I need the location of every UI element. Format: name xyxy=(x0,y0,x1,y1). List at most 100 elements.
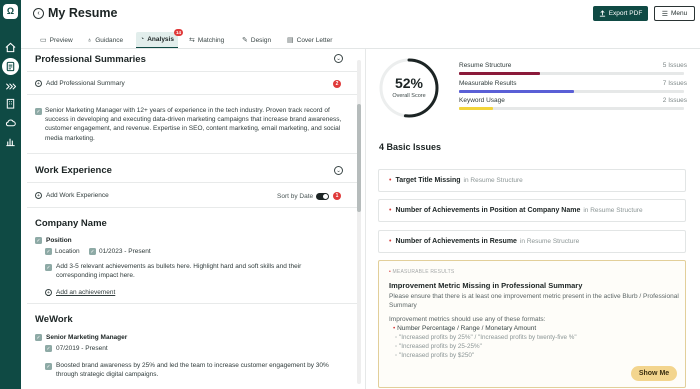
metric-fill xyxy=(459,107,493,110)
bullet-checkbox[interactable]: ✓ xyxy=(45,264,52,271)
editor-scrollbar[interactable] xyxy=(357,60,361,384)
add-work-link[interactable]: + Add Work Experience xyxy=(35,192,109,199)
format-bullet-text: Number Percentage / Range / Monetary Amo… xyxy=(397,325,537,332)
metric-measurable-results-name: Measurable Results xyxy=(459,80,517,87)
hamburger-icon: ☰ xyxy=(661,10,668,18)
metric-keyword-usage-count: 2 Issues xyxy=(662,97,687,104)
metric-resume-structure-bar xyxy=(459,72,684,75)
tab-preview[interactable]: ▭ Preview xyxy=(36,32,77,48)
metric-measurable-results-count: 7 Issues xyxy=(662,80,687,87)
work-issue-badge: 1 xyxy=(333,192,341,200)
location-label[interactable]: Location xyxy=(55,248,80,255)
dates-checkbox[interactable]: ✓ xyxy=(45,345,52,352)
tab-bar: ▭ Preview ♁ Guidance ◔ Analysis 14 ⇆ Mat… xyxy=(21,29,700,49)
company-title: Company Name xyxy=(35,218,107,229)
position-label[interactable]: Position xyxy=(46,237,72,244)
summary-text[interactable]: Senior Marketing Manager with 12+ years … xyxy=(45,106,345,143)
page-title: My Resume xyxy=(48,6,118,20)
position-label[interactable]: Senior Marketing Manager xyxy=(46,334,127,341)
summary-checkbox[interactable]: ✓ xyxy=(35,108,42,115)
tab-label: Cover Letter xyxy=(296,36,333,44)
tab-design[interactable]: ✎ Design xyxy=(238,32,275,48)
issue-detail-description: Please ensure that there is at least one… xyxy=(389,293,679,310)
plus-icon: + xyxy=(45,289,52,296)
tab-cover-letter[interactable]: ▤ Cover Letter xyxy=(283,32,336,48)
issue-bullet: • xyxy=(389,207,392,214)
dates-label[interactable]: 01/2023 - Present xyxy=(99,248,151,255)
pencil-icon: ✎ xyxy=(242,37,248,44)
issue-detail-card: • MEASURABLE RESULTS Improvement Metric … xyxy=(378,260,686,388)
chevron-down-icon[interactable]: ⌄ xyxy=(334,166,343,175)
add-achievement-link[interactable]: + Add an achievement xyxy=(45,289,115,296)
tab-label: Design xyxy=(250,36,272,44)
summary-section-title: Professional Summaries xyxy=(35,54,146,65)
metric-resume-structure-name: Resume Structure xyxy=(459,62,512,69)
metric-fill xyxy=(459,72,540,75)
dates-checkbox[interactable]: ✓ xyxy=(89,248,96,255)
issue-card[interactable]: • Number of Achievements in Position at … xyxy=(378,199,686,222)
bullet-text[interactable]: Boosted brand awareness by 25% and led t… xyxy=(56,361,341,379)
issue-title: Target Title Missing xyxy=(395,177,461,184)
sort-by-date[interactable]: Sort by Date xyxy=(277,193,330,200)
building-icon[interactable] xyxy=(4,97,17,110)
position-checkbox[interactable]: ✓ xyxy=(35,237,42,244)
preview-icon: ▭ xyxy=(40,37,47,44)
divider xyxy=(27,303,361,304)
scroll-thumb[interactable] xyxy=(357,104,361,212)
metric-fill xyxy=(459,90,574,93)
chart-icon[interactable] xyxy=(4,135,17,148)
bullet-checkbox[interactable]: ✓ xyxy=(45,363,52,370)
chevron-down-icon[interactable]: ⌄ xyxy=(334,54,343,63)
issue-card[interactable]: • Number of Achievements in Resume in Re… xyxy=(378,230,686,253)
editor-pane: Professional Summaries ⌄ + Add Professio… xyxy=(21,49,361,389)
issue-detail-example: ◦ "Increased profits by $250" xyxy=(395,352,475,359)
sort-label: Sort by Date xyxy=(277,193,314,200)
show-me-button[interactable]: Show Me xyxy=(631,366,677,381)
issue-detail-example: ◦ "Increased profits by 25%" / "Increase… xyxy=(395,334,577,341)
issue-category: in Resume Structure xyxy=(583,207,643,214)
issue-title: Number of Achievements in Resume xyxy=(395,238,517,245)
app-logo[interactable]: Ω xyxy=(3,4,18,19)
chevrons-right-icon[interactable] xyxy=(4,80,17,93)
overall-score-value: 52% xyxy=(394,75,424,91)
back-button[interactable]: ‹ xyxy=(33,8,44,19)
issue-card[interactable]: • Target Title Missing in Resume Structu… xyxy=(378,169,686,192)
position-checkbox[interactable]: ✓ xyxy=(35,334,42,341)
issue-category: in Resume Structure xyxy=(463,177,523,184)
tab-analysis[interactable]: ◔ Analysis 14 xyxy=(136,29,183,48)
divider xyxy=(27,71,361,72)
top-header: ‹ My Resume Export PDF ☰ Menu xyxy=(21,0,700,30)
location-checkbox[interactable]: ✓ xyxy=(45,248,52,255)
analysis-icon: ◔ xyxy=(140,36,145,43)
add-achievement-label: Add an achievement xyxy=(56,289,116,296)
cloud-icon[interactable] xyxy=(4,116,17,129)
issue-detail-tag-label: MEASURABLE RESULTS xyxy=(392,269,455,275)
summary-issue-badge: 2 xyxy=(333,80,341,88)
example-text: "Increased profits by $250" xyxy=(398,352,475,359)
export-pdf-button[interactable]: Export PDF xyxy=(593,6,648,21)
add-work-label: Add Work Experience xyxy=(46,192,109,199)
export-icon xyxy=(599,10,605,17)
sort-toggle[interactable] xyxy=(316,193,330,200)
add-summary-link[interactable]: + Add Professional Summary xyxy=(35,80,125,87)
dates-label[interactable]: 07/2019 - Present xyxy=(56,345,108,352)
issue-bullet: • xyxy=(389,269,391,275)
issue-title: Number of Achievements in Position at Co… xyxy=(395,207,581,214)
divider xyxy=(27,153,361,154)
metric-resume-structure-count: 5 Issues xyxy=(662,62,687,69)
lightbulb-icon: ♁ xyxy=(87,36,93,44)
tab-guidance[interactable]: ♁ Guidance xyxy=(83,32,127,48)
home-icon[interactable] xyxy=(4,41,17,54)
issue-category: in Resume Structure xyxy=(519,238,580,245)
resume-icon[interactable] xyxy=(2,58,19,75)
issue-detail-formats-intro: Improvement metrics should use any of th… xyxy=(389,316,546,323)
export-pdf-label: Export PDF xyxy=(608,10,643,17)
tab-matching[interactable]: ⇆ Matching xyxy=(185,32,228,48)
bullet-hint[interactable]: Add 3-5 relevant achievements as bullets… xyxy=(56,262,336,280)
divider xyxy=(27,182,361,183)
menu-button[interactable]: ☰ Menu xyxy=(654,6,695,21)
metric-keyword-usage-bar xyxy=(459,107,684,110)
divider xyxy=(27,207,361,208)
metric-keyword-usage-name: Keyword Usage xyxy=(459,97,505,104)
add-summary-label: Add Professional Summary xyxy=(46,80,125,87)
